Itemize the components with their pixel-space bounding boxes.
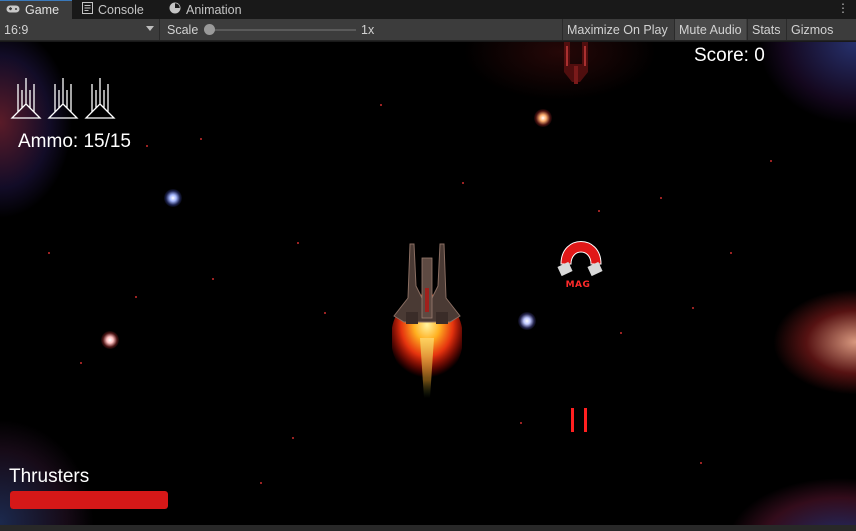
star: [598, 210, 600, 212]
console-icon: [82, 2, 93, 17]
editor-tab-strip: Game Console Animation ⋮: [0, 0, 856, 19]
star: [520, 422, 522, 424]
star: [212, 278, 214, 280]
star: [692, 307, 694, 309]
star: [48, 252, 50, 254]
chevron-down-icon: [146, 26, 154, 31]
laser-projectile: [571, 408, 587, 432]
bottom-edge: [0, 525, 856, 531]
animation-icon: [169, 2, 181, 17]
star-flare: [101, 331, 119, 349]
game-viewport[interactable]: Score: 0 Ammo: 15/15 MAG Thrusters: [0, 42, 856, 525]
star: [80, 362, 82, 364]
star: [324, 312, 326, 314]
star-flare: [518, 312, 536, 330]
tab-label: Animation: [186, 2, 242, 17]
thrusters-label: Thrusters: [9, 466, 90, 487]
star: [730, 252, 732, 254]
tab-animation[interactable]: Animation: [169, 0, 242, 19]
star: [135, 296, 137, 298]
tab-game[interactable]: Game: [0, 0, 72, 19]
scale-label: Scale: [167, 22, 199, 37]
gamepad-icon: [6, 3, 20, 17]
scale-slider-track[interactable]: [208, 29, 356, 31]
aspect-ratio-value: 16:9: [4, 22, 29, 37]
star: [146, 145, 148, 147]
enemy-ship: [564, 42, 588, 84]
star: [700, 462, 702, 464]
star: [200, 138, 202, 140]
maximize-on-play-toggle[interactable]: Maximize On Play: [562, 19, 672, 40]
star: [380, 104, 382, 106]
more-options-icon[interactable]: ⋮: [837, 1, 849, 15]
powerup-label: MAG: [565, 280, 591, 290]
star-flare: [164, 189, 182, 207]
stats-toggle[interactable]: Stats: [747, 19, 785, 40]
player-ship: [392, 243, 462, 398]
star-flare: [534, 109, 552, 127]
star: [297, 242, 299, 244]
tab-label: Game: [25, 3, 60, 17]
aspect-ratio-dropdown[interactable]: 16:9: [0, 19, 160, 40]
ammo-text: Ammo: 15/15: [18, 131, 131, 152]
score-text: Score: 0: [694, 45, 765, 66]
game-toolbar: 16:9 Scale 1x Maximize On Play Mute Audi…: [0, 19, 856, 41]
star: [292, 437, 294, 439]
scale-slider-handle[interactable]: [204, 24, 215, 35]
thrusters-bar: [10, 491, 168, 509]
tab-label: Console: [98, 2, 144, 17]
lives-indicator: [10, 78, 116, 119]
star: [620, 332, 622, 334]
tab-console[interactable]: Console: [82, 0, 144, 19]
mute-audio-toggle[interactable]: Mute Audio: [674, 19, 746, 40]
star: [260, 482, 262, 484]
thrusters-bar-fill: [10, 491, 168, 509]
gizmos-dropdown[interactable]: Gizmos: [786, 19, 837, 40]
star: [462, 182, 464, 184]
star: [660, 197, 662, 199]
scale-value: 1x: [361, 22, 375, 37]
star: [770, 160, 772, 162]
